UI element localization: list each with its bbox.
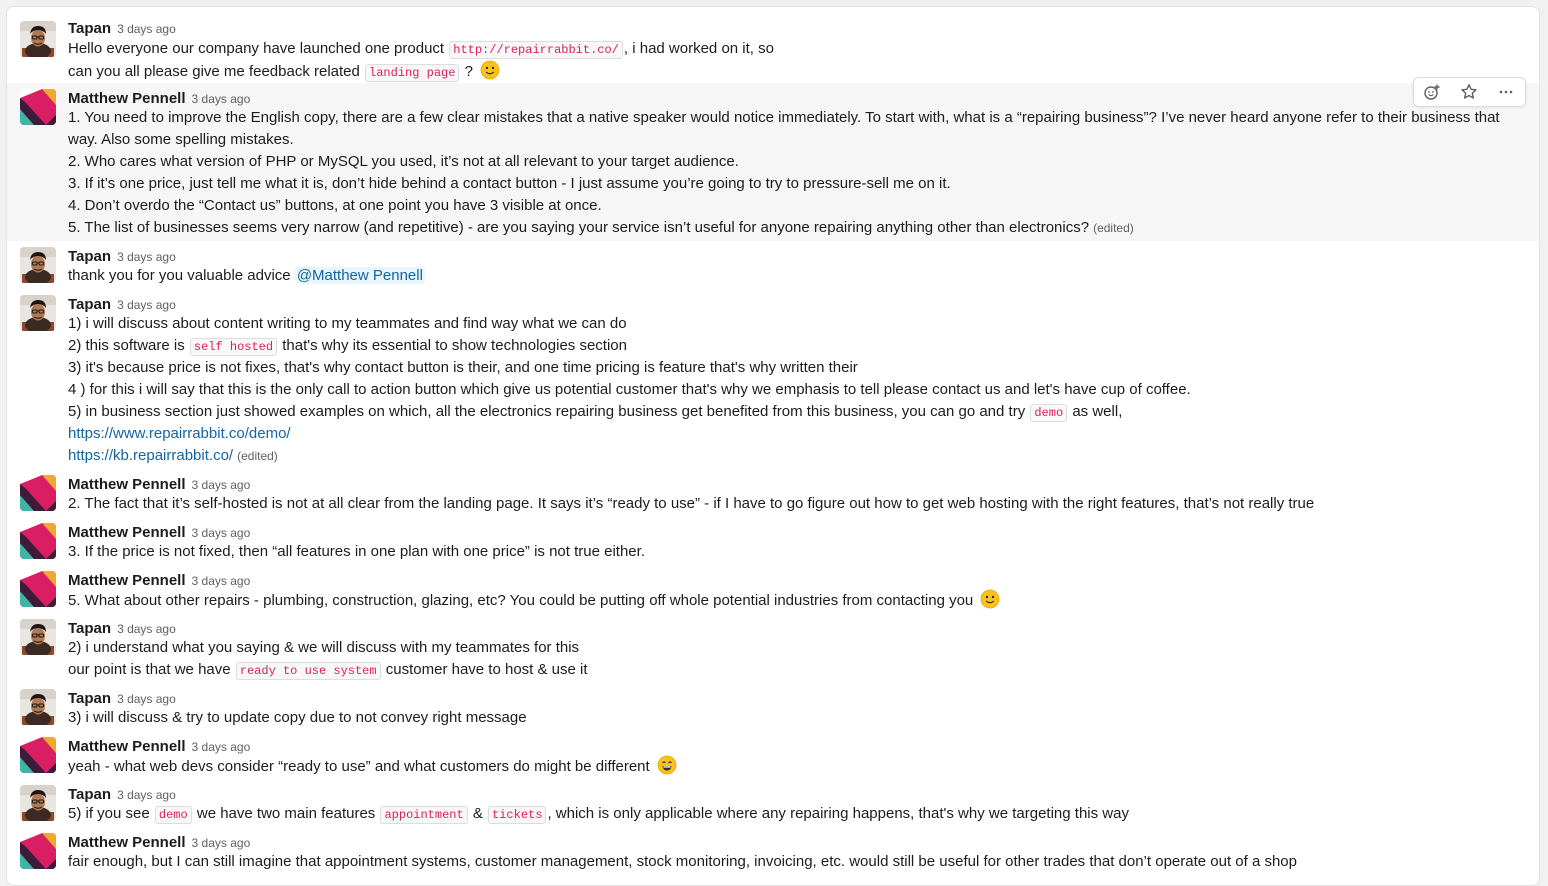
inline-code: http://repairrabbit.co/: [449, 41, 623, 59]
timestamp[interactable]: 3 days ago: [192, 478, 251, 492]
kb-link[interactable]: https://kb.repairrabbit.co/: [68, 447, 233, 464]
timestamp[interactable]: 3 days ago: [192, 526, 251, 540]
message-text: 2. Who cares what version of PHP or MySQ…: [68, 153, 739, 170]
timestamp[interactable]: 3 days ago: [192, 740, 251, 754]
author-name[interactable]: Tapan: [68, 20, 111, 37]
inline-code: demo: [154, 806, 192, 824]
avatar[interactable]: [20, 571, 56, 607]
avatar[interactable]: [20, 689, 56, 725]
timestamp[interactable]: 3 days ago: [117, 622, 176, 636]
author-name[interactable]: Tapan: [68, 620, 111, 637]
author-name[interactable]: Matthew Pennell: [68, 524, 186, 541]
avatar[interactable]: [20, 619, 56, 655]
message-text: 5) in business section just showed examp…: [68, 403, 1123, 422]
message-text: 3. If the price is not fixed, then “all …: [68, 543, 645, 560]
grinning-emoji-icon: [657, 755, 677, 775]
message-text: yeah - what web devs consider “ready to …: [68, 755, 1483, 778]
message-text: https://www.repairrabbit.co/demo/: [68, 423, 1483, 445]
author-name[interactable]: Matthew Pennell: [68, 834, 186, 851]
message[interactable]: Matthew Pennell 3 days ago 2. The fact th…: [7, 469, 1539, 517]
demo-link[interactable]: https://www.repairrabbit.co/demo/: [68, 425, 291, 442]
author-name[interactable]: Tapan: [68, 248, 111, 265]
slightly-smiling-emoji-icon: [980, 589, 1000, 609]
timestamp[interactable]: 3 days ago: [192, 836, 251, 850]
inline-code: appointment: [380, 806, 468, 824]
slightly-smiling-emoji-icon: [480, 60, 500, 80]
avatar[interactable]: [20, 523, 56, 559]
message-text: 5. The list of businesses seems very nar…: [68, 219, 1134, 236]
message-text: 2) this software is self hosted that's w…: [68, 337, 627, 356]
timestamp[interactable]: 3 days ago: [117, 250, 176, 264]
message-text: 3. If it’s one price, just tell me what …: [68, 175, 951, 192]
message-text: 4. Don’t overdo the “Contact us” buttons…: [68, 197, 602, 214]
message-text: https://kb.repairrabbit.co/ (edited): [68, 445, 1483, 467]
author-name[interactable]: Tapan: [68, 690, 111, 707]
message-text: 3) it's because price is not fixes, that…: [68, 359, 858, 376]
more-actions-icon[interactable]: [1487, 78, 1525, 106]
message[interactable]: Matthew Pennell 3 days ago 3. If the pric…: [7, 517, 1539, 565]
avatar[interactable]: [20, 475, 56, 511]
message-text: 2. The fact that it’s self-hosted is not…: [68, 495, 1315, 512]
avatar[interactable]: [20, 21, 56, 57]
message-text: our point is that we have ready to use s…: [68, 661, 588, 680]
author-name[interactable]: Tapan: [68, 296, 111, 313]
inline-code: ready to use system: [235, 662, 381, 680]
author-name[interactable]: Matthew Pennell: [68, 476, 186, 493]
inline-code: self hosted: [189, 338, 278, 356]
user-mention[interactable]: @Matthew Pennell: [294, 267, 425, 284]
message-text: Hello everyone our company have launched…: [68, 40, 774, 59]
message-text: fair enough, but I can still imagine tha…: [68, 853, 1297, 870]
message[interactable]: Tapan 3 days ago Hello everyone our compa…: [7, 13, 1539, 83]
inline-code: landing page: [365, 64, 460, 82]
message-text: 5. What about other repairs - plumbing, …: [68, 589, 1483, 612]
message-text: thank you for you valuable advice @Matth…: [68, 267, 425, 284]
edited-label: (edited): [1093, 221, 1134, 235]
inline-code: tickets: [488, 806, 547, 824]
author-name[interactable]: Matthew Pennell: [68, 738, 186, 755]
timestamp[interactable]: 3 days ago: [192, 574, 251, 588]
message[interactable]: Matthew Pennell 3 days ago 5. What about …: [7, 565, 1539, 613]
star-icon[interactable]: [1450, 78, 1486, 106]
message-text: 1) i will discuss about content writing …: [68, 315, 627, 332]
message[interactable]: Matthew Pennell 3 days ago 1. You need to…: [7, 83, 1539, 241]
author-name[interactable]: Matthew Pennell: [68, 90, 186, 107]
avatar[interactable]: [20, 737, 56, 773]
avatar[interactable]: [20, 295, 56, 331]
message-list: Tapan 3 days ago Hello everyone our compa…: [6, 6, 1540, 886]
message[interactable]: Tapan 3 days ago 1) i will discuss about …: [7, 289, 1539, 469]
message[interactable]: Matthew Pennell 3 days ago yeah - what we…: [7, 731, 1539, 779]
edited-label: (edited): [237, 449, 278, 463]
message-actions: [1413, 77, 1526, 107]
message[interactable]: Tapan 3 days ago 2) i understand what you…: [7, 613, 1539, 683]
inline-code: demo: [1030, 404, 1068, 422]
message-text: way. Also some spelling mistakes.: [68, 131, 294, 148]
timestamp[interactable]: 3 days ago: [117, 692, 176, 706]
message-text: 1. You need to improve the English copy,…: [68, 109, 1500, 126]
message[interactable]: Tapan 3 days ago 5) if you see demo we ha…: [7, 779, 1539, 827]
add-reaction-icon[interactable]: [1414, 78, 1450, 106]
message[interactable]: Matthew Pennell 3 days ago fair enough, b…: [7, 827, 1539, 885]
message-text: can you all please give me feedback rela…: [68, 60, 1483, 84]
message-text: 5) if you see demo we have two main feat…: [68, 805, 1129, 824]
author-name[interactable]: Matthew Pennell: [68, 572, 186, 589]
avatar[interactable]: [20, 89, 56, 125]
avatar[interactable]: [20, 833, 56, 869]
timestamp[interactable]: 3 days ago: [117, 22, 176, 36]
author-name[interactable]: Tapan: [68, 786, 111, 803]
message-text: 2) i understand what you saying & we wil…: [68, 639, 580, 656]
avatar[interactable]: [20, 247, 56, 283]
message[interactable]: Tapan 3 days ago 3) i will discuss & try …: [7, 683, 1539, 731]
message[interactable]: Tapan 3 days ago thank you for you valuab…: [7, 241, 1539, 289]
timestamp[interactable]: 3 days ago: [117, 298, 176, 312]
timestamp[interactable]: 3 days ago: [192, 92, 251, 106]
avatar[interactable]: [20, 785, 56, 821]
message-text: 3) i will discuss & try to update copy d…: [68, 709, 527, 726]
message-text: 4 ) for this i will say that this is the…: [68, 381, 1191, 398]
timestamp[interactable]: 3 days ago: [117, 788, 176, 802]
